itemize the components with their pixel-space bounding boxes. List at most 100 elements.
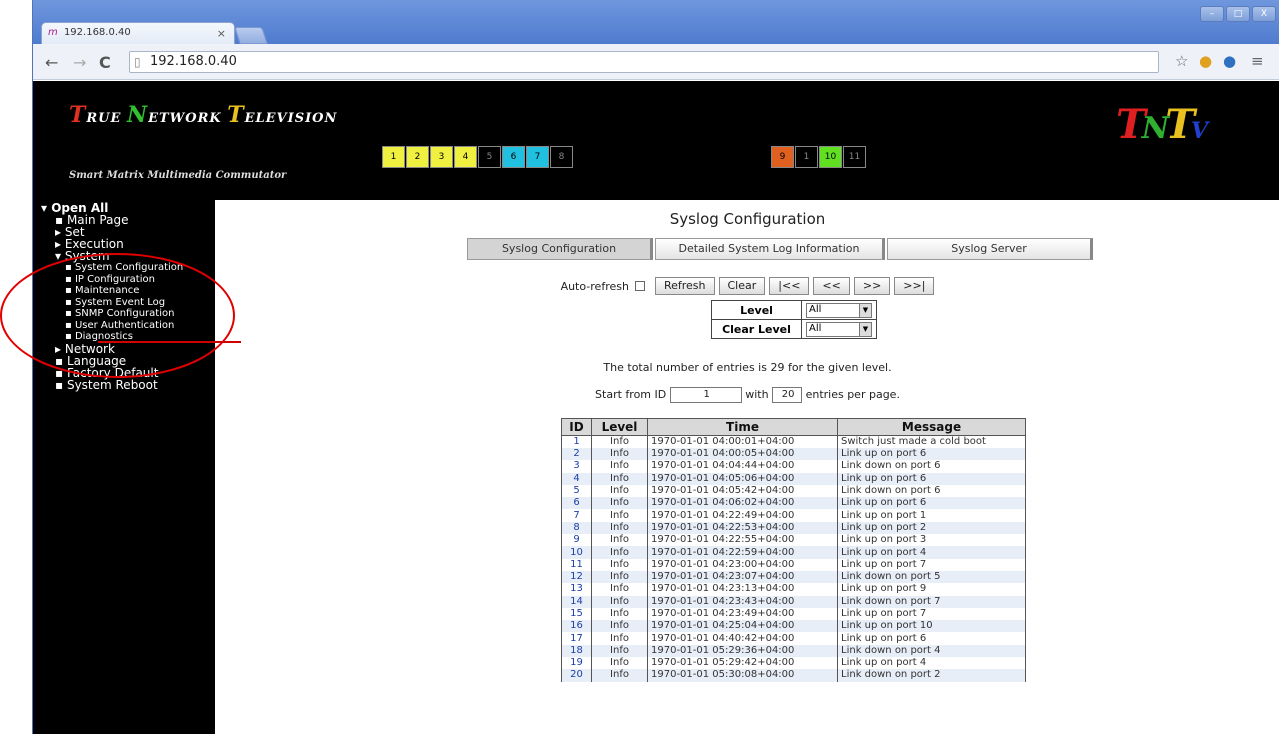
forward-arrow-icon[interactable]: → <box>73 53 86 72</box>
table-cell: Info <box>591 558 648 571</box>
entry-id-link[interactable]: 20 <box>561 669 592 682</box>
table-row: 6 Info 1970-01-01 04:06:02+04:00 Link up on… <box>561 497 1026 510</box>
extension-icon[interactable]: ● <box>1199 52 1212 70</box>
sidebar-item[interactable]: ▪ System Configuration <box>41 262 215 274</box>
table-row: 12 Info 1970-01-01 04:23:07+04:00 Link down… <box>561 570 1026 584</box>
bookmark-star-icon[interactable]: ☆ <box>1175 52 1188 70</box>
entry-id-link[interactable]: 8 <box>561 521 592 535</box>
entry-id-link[interactable]: 14 <box>561 595 592 608</box>
first-page-button[interactable]: |<< <box>769 277 810 295</box>
table-cell: 1970-01-01 04:06:02+04:00 <box>647 497 838 510</box>
table-cell: Link down on port 2 <box>837 669 1026 682</box>
port-button[interactable]: 7 <box>526 146 549 168</box>
table-cell: 1970-01-01 04:22:53+04:00 <box>647 521 838 535</box>
table-row: 5 Info 1970-01-01 04:05:42+04:00 Link down … <box>561 484 1026 498</box>
prev-page-button[interactable]: << <box>813 277 850 295</box>
port-button[interactable]: 6 <box>502 146 525 168</box>
entry-id-link[interactable]: 12 <box>561 570 592 584</box>
back-arrow-icon[interactable]: ← <box>45 53 58 72</box>
table-cell: 1970-01-01 04:22:49+04:00 <box>647 509 838 522</box>
minimize-button[interactable]: – <box>1200 6 1224 22</box>
table-cell: 1970-01-01 05:30:08+04:00 <box>647 669 838 682</box>
sidebar-item[interactable]: ▪ Factory Default <box>41 367 215 379</box>
sidebar-item[interactable]: ▪ System Reboot <box>41 379 215 391</box>
table-cell: Info <box>591 657 648 670</box>
table-row: 1 Info 1970-01-01 04:00:01+04:00 Switch jus… <box>561 435 1026 448</box>
auto-refresh-checkbox[interactable] <box>634 281 645 291</box>
table-cell: Link up on port 4 <box>837 657 1026 670</box>
menu-icon[interactable]: ≡ <box>1251 52 1264 70</box>
entry-id-link[interactable]: 10 <box>561 546 592 559</box>
tab-syslog-server[interactable]: Syslog Server <box>887 238 1093 260</box>
clear-button[interactable]: Clear <box>718 277 766 295</box>
entry-id-link[interactable]: 3 <box>561 460 592 473</box>
port-button[interactable]: 1 <box>795 146 818 168</box>
extension2-icon[interactable]: ● <box>1223 52 1236 70</box>
pagination-settings: Start from ID 1 with 20 entries per page… <box>215 387 1279 403</box>
logo: TRUE NETWORK TELEVISION <box>69 102 338 128</box>
sidebar-item[interactable]: ▾ System <box>41 250 215 262</box>
entry-id-link[interactable]: 19 <box>561 657 592 670</box>
level-select[interactable]: All ▼ <box>806 302 872 318</box>
clear-level-select[interactable]: All ▼ <box>806 321 872 337</box>
table-cell: Link up on port 7 <box>837 607 1026 621</box>
table-row: 13 Info 1970-01-01 04:23:13+04:00 Link up o… <box>561 583 1026 596</box>
entry-id-link[interactable]: 1 <box>561 435 592 448</box>
new-tab-button[interactable] <box>234 27 268 44</box>
sidebar-item[interactable]: ▪ Maintenance <box>41 285 215 297</box>
tab-syslog-configuration[interactable]: Syslog Configuration <box>467 238 653 260</box>
table-cell: 1970-01-01 04:22:59+04:00 <box>647 546 838 559</box>
entry-id-link[interactable]: 17 <box>561 632 592 645</box>
auto-refresh-label: Auto-refresh <box>560 279 629 293</box>
port-group-1: 12345678 <box>382 146 574 168</box>
maximize-button[interactable]: □ <box>1226 6 1250 22</box>
table-row: 4 Info 1970-01-01 04:05:06+04:00 Link up on… <box>561 472 1026 485</box>
close-window-button[interactable]: X <box>1252 6 1276 22</box>
refresh-button[interactable]: Refresh <box>654 277 715 295</box>
entry-id-link[interactable]: 5 <box>561 484 592 498</box>
total-entries-text: The total number of entries is 29 for th… <box>603 361 892 374</box>
address-bar[interactable]: ▯ 192.168.0.40 <box>129 51 1159 73</box>
sidebar-item[interactable]: ▸ Network <box>41 343 215 355</box>
page-title: Syslog Configuration <box>669 210 826 228</box>
entry-id-link[interactable]: 13 <box>561 583 592 596</box>
level-label: Level <box>711 300 802 320</box>
port-button[interactable]: 2 <box>406 146 429 168</box>
entry-id-link[interactable]: 2 <box>561 448 592 461</box>
port-button[interactable]: 4 <box>454 146 477 168</box>
tab-detailed-system-log[interactable]: Detailed System Log Information <box>655 238 885 260</box>
port-button[interactable]: 8 <box>550 146 573 168</box>
sidebar-item[interactable]: ▪ System Event Log <box>41 297 215 309</box>
entry-id-link[interactable]: 11 <box>561 558 592 571</box>
next-page-button[interactable]: >> <box>853 277 891 295</box>
browser-tab[interactable]: m 192.168.0.40 × <box>41 22 235 44</box>
entries-per-page-input[interactable]: 20 <box>772 387 803 403</box>
entry-id-link[interactable]: 9 <box>561 534 592 547</box>
port-button[interactable]: 10 <box>819 146 842 168</box>
port-button[interactable]: 11 <box>843 146 866 168</box>
sidebar-item[interactable]: ▪ SNMP Configuration <box>41 308 215 320</box>
table-cell: Link up on port 6 <box>837 497 1026 510</box>
table-cell: 1970-01-01 04:23:43+04:00 <box>647 595 838 608</box>
main-content: Syslog Configuration Syslog Configuratio… <box>215 200 1279 734</box>
table-cell: Info <box>591 497 648 510</box>
sidebar-item[interactable]: ▪ IP Configuration <box>41 274 215 286</box>
table-cell: Info <box>591 534 648 547</box>
start-id-input[interactable]: 1 <box>669 387 742 403</box>
table-cell: Link down on port 4 <box>837 644 1026 658</box>
port-button[interactable]: 9 <box>771 146 794 168</box>
tab-close-icon[interactable]: × <box>217 27 226 40</box>
entry-id-link[interactable]: 6 <box>561 497 592 510</box>
reload-icon[interactable]: C <box>99 53 111 72</box>
last-page-button[interactable]: >>| <box>894 277 935 295</box>
port-button[interactable]: 1 <box>382 146 405 168</box>
entry-id-link[interactable]: 15 <box>561 607 592 621</box>
sidebar-item[interactable]: ▪ User Authentication <box>41 320 215 332</box>
entry-id-link[interactable]: 7 <box>561 509 592 522</box>
port-button[interactable]: 3 <box>430 146 453 168</box>
entry-id-link[interactable]: 18 <box>561 644 592 658</box>
entry-id-link[interactable]: 16 <box>561 620 592 633</box>
sidebar-item[interactable]: ▪ Language <box>41 355 215 367</box>
port-button[interactable]: 5 <box>478 146 501 168</box>
entry-id-link[interactable]: 4 <box>561 472 592 485</box>
